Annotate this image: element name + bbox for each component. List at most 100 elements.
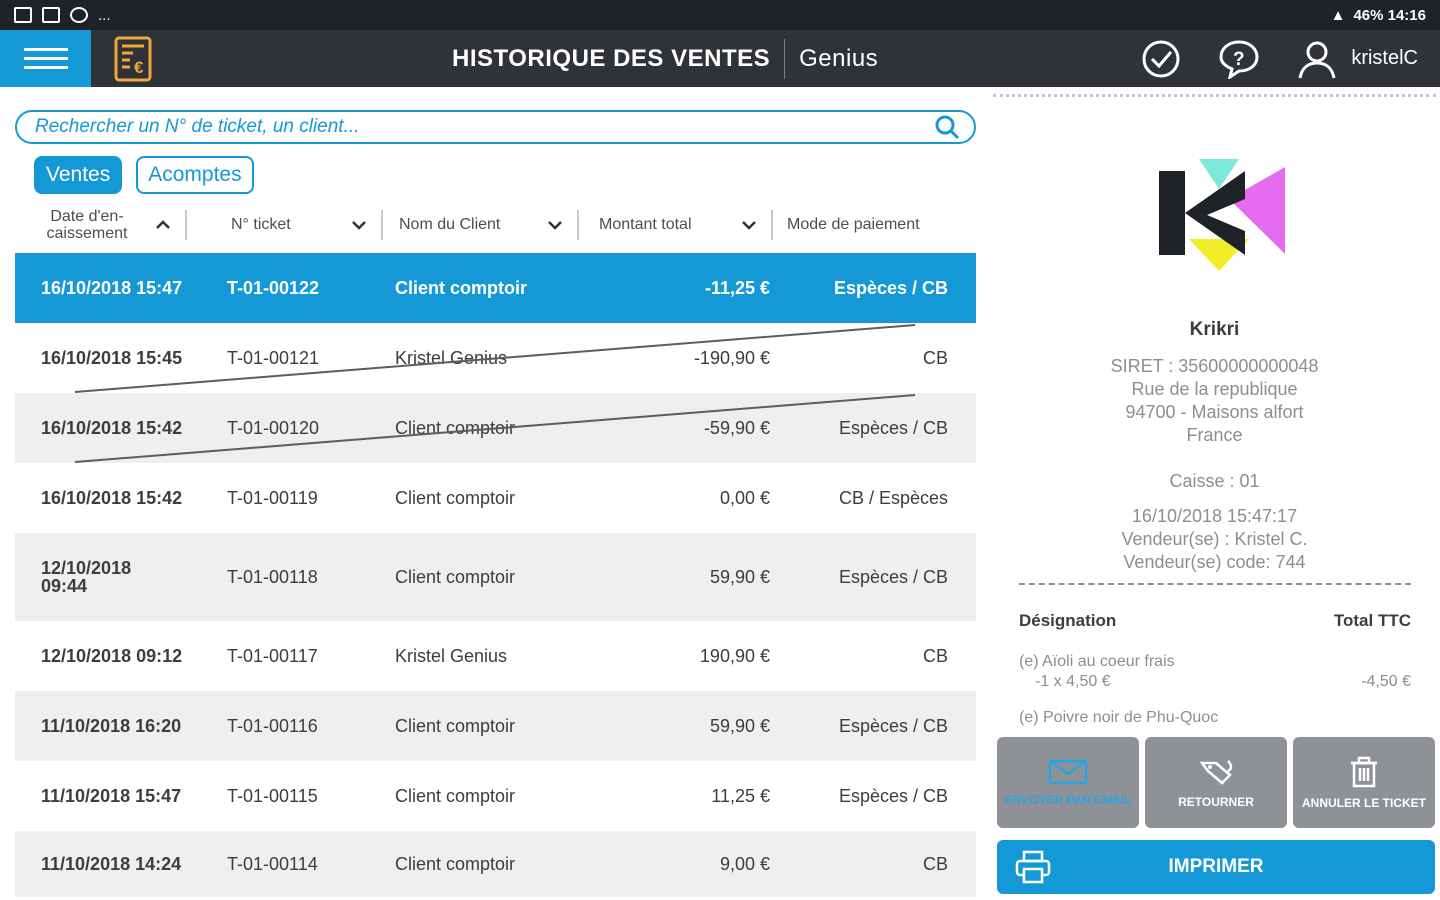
column-header-amount[interactable]: Montant total (579, 210, 773, 240)
row-ticket: T-01-00117 (227, 645, 318, 666)
return-tag-icon (1199, 759, 1233, 785)
krikri-logo (1159, 159, 1285, 271)
row-ticket: T-01-00115 (227, 785, 318, 806)
row-payment: CB (922, 347, 948, 368)
row-payment: Espèces / CB (838, 715, 948, 736)
row-amount: 59,90 € (709, 715, 770, 736)
column-label-client: Nom du Client (399, 216, 501, 233)
tab-ventes[interactable]: Ventes (34, 156, 123, 194)
help-icon[interactable]: ? (1217, 37, 1261, 81)
tab-acomptes[interactable]: Acomptes (136, 156, 254, 194)
receipt-euro-icon: € (105, 30, 161, 87)
column-header-ticket[interactable]: N° ticket (187, 210, 383, 240)
username-label[interactable]: kristelC (1351, 47, 1418, 70)
table-row[interactable]: 16/10/2018 15:42 T-01-00119 Client compt… (15, 463, 976, 533)
chevron-down-icon (352, 221, 366, 230)
search-input[interactable] (35, 116, 934, 138)
receipt-preview-panel[interactable]: Krikri SIRET : 35600000000048 Rue de la … (993, 94, 1436, 734)
row-amount: -11,25 € (704, 277, 770, 298)
cancel-ticket-label: ANNULER LE TICKET (1302, 795, 1426, 810)
row-ticket: T-01-00118 (227, 566, 318, 587)
row-payment: Espèces / CB (838, 566, 948, 587)
row-payment: CB (922, 853, 948, 874)
row-ticket: T-01-00121 (227, 347, 320, 368)
register-number: Caisse : 01 (1169, 471, 1260, 491)
return-label: RETOURNER (1178, 794, 1254, 809)
row-client: Client comptoir (395, 277, 528, 298)
table-row[interactable]: 16/10/2018 15:47 T-01-00122 Client compt… (15, 253, 976, 323)
cancel-ticket-button[interactable]: ANNULER LE TICKET (1293, 737, 1435, 828)
store-siret: SIRET : 35600000000048 (1110, 356, 1319, 376)
user-icon[interactable] (1295, 37, 1339, 81)
title-divider (784, 38, 786, 79)
store-info: SIRET : 35600000000048 Rue de la republi… (993, 355, 1436, 447)
row-ticket: T-01-00120 (227, 417, 320, 438)
total-ttc-header: Total TTC (1333, 611, 1411, 630)
print-label: IMPRIMER (1168, 856, 1264, 877)
printer-icon (1015, 850, 1051, 884)
row-client: Kristel Genius (395, 645, 508, 666)
check-clock-icon[interactable] (1139, 37, 1183, 81)
row-date: 16/10/2018 15:47 (41, 277, 183, 298)
row-amount: 11,25 € (711, 785, 770, 806)
row-payment: Espèces / CB (838, 417, 948, 438)
sale-datetime: 16/10/2018 15:47:17 (1131, 506, 1298, 526)
hamburger-menu-button[interactable] (0, 30, 91, 87)
table-row[interactable]: 11/10/2018 15:47 T-01-00115 Client compt… (15, 761, 976, 831)
column-label-payment: Mode de paiement (787, 216, 920, 233)
table-row[interactable]: 11/10/2018 14:24 T-01-00114 Client compt… (15, 831, 976, 897)
chevron-down-icon (548, 221, 562, 230)
search-icon[interactable] (934, 114, 960, 140)
row-client: Client comptoir (395, 715, 516, 736)
table-header: Date d'en-caissement N° ticket Nom du Cl… (15, 204, 976, 246)
table-row[interactable]: 12/10/2018 09:44 T-01-00118 Client compt… (15, 533, 976, 621)
table-row[interactable]: 12/10/2018 09:12 T-01-00117 Kristel Geni… (15, 621, 976, 691)
row-amount: 59,90 € (709, 566, 770, 587)
print-button[interactable]: IMPRIMER (997, 840, 1435, 894)
row-client: Kristel Genius (395, 347, 508, 368)
row-date: 11/10/2018 14:24 (41, 853, 182, 874)
battery-clock-text: 46% 14:16 (1353, 6, 1426, 24)
seller-name: Vendeur(se) : Kristel C. (1121, 529, 1308, 549)
row-payment: Espèces / CB (838, 785, 948, 806)
receipt-line-item: (e) Poivre noir de Phu-Quoc (1019, 709, 1411, 727)
row-client: Client comptoir (395, 417, 516, 438)
row-amount: -190,90 € (693, 347, 770, 368)
store-city: 94700 - Maisons alfort (1125, 402, 1304, 422)
flipboard-notification-icon (42, 7, 60, 23)
item-total: -4,50 € (1361, 673, 1411, 690)
table-row[interactable]: 16/10/2018 15:45 T-01-00121 Kristel Geni… (15, 323, 976, 393)
row-ticket: T-01-00122 (227, 277, 320, 298)
table-row[interactable]: 11/10/2018 16:20 T-01-00116 Client compt… (15, 691, 976, 761)
row-amount: 190,90 € (699, 645, 770, 666)
column-header-payment[interactable]: Mode de paiement (773, 210, 976, 240)
row-amount: -59,90 € (703, 417, 770, 438)
receipt-actions: ENVOYER PAR EMAIL RETOURNER ANNULER LE T… (997, 737, 1435, 828)
column-label-amount: Montant total (599, 216, 692, 233)
row-date: 12/10/2018 09:44 (41, 558, 132, 596)
return-button[interactable]: RETOURNER (1145, 737, 1287, 828)
search-bar[interactable] (15, 110, 976, 144)
more-notifications: ... (98, 6, 111, 24)
svg-text:?: ? (1233, 49, 1245, 70)
column-header-client[interactable]: Nom du Client (383, 210, 579, 240)
sale-info: 16/10/2018 15:47:17 Vendeur(se) : Kriste… (993, 505, 1436, 574)
sales-tabs: Ventes Acomptes (34, 156, 254, 194)
row-payment: Espèces / CB (833, 277, 948, 298)
trash-icon (1351, 756, 1377, 787)
item-name: (e) Poivre noir de Phu-Quoc (1019, 709, 1219, 726)
row-client: Client comptoir (395, 853, 516, 874)
chevron-up-icon (156, 220, 170, 229)
row-date: 16/10/2018 15:42 (41, 487, 183, 508)
sync-notification-icon (70, 7, 88, 23)
store-street: Rue de la republique (1131, 379, 1298, 399)
send-email-button[interactable]: ENVOYER PAR EMAIL (997, 737, 1139, 828)
column-header-date[interactable]: Date d'en-caissement (15, 208, 187, 242)
table-row[interactable]: 16/10/2018 15:42 T-01-00120 Client compt… (15, 393, 976, 463)
row-ticket: T-01-00119 (227, 487, 318, 508)
row-client: Client comptoir (395, 785, 516, 806)
send-email-label: ENVOYER PAR EMAIL (1004, 792, 1132, 807)
store-country: France (1186, 425, 1243, 445)
column-label-ticket: N° ticket (231, 216, 291, 233)
receipt-line-item: (e) Aïoli au coeur frais -1 x 4,50 € -4,… (1019, 653, 1411, 691)
